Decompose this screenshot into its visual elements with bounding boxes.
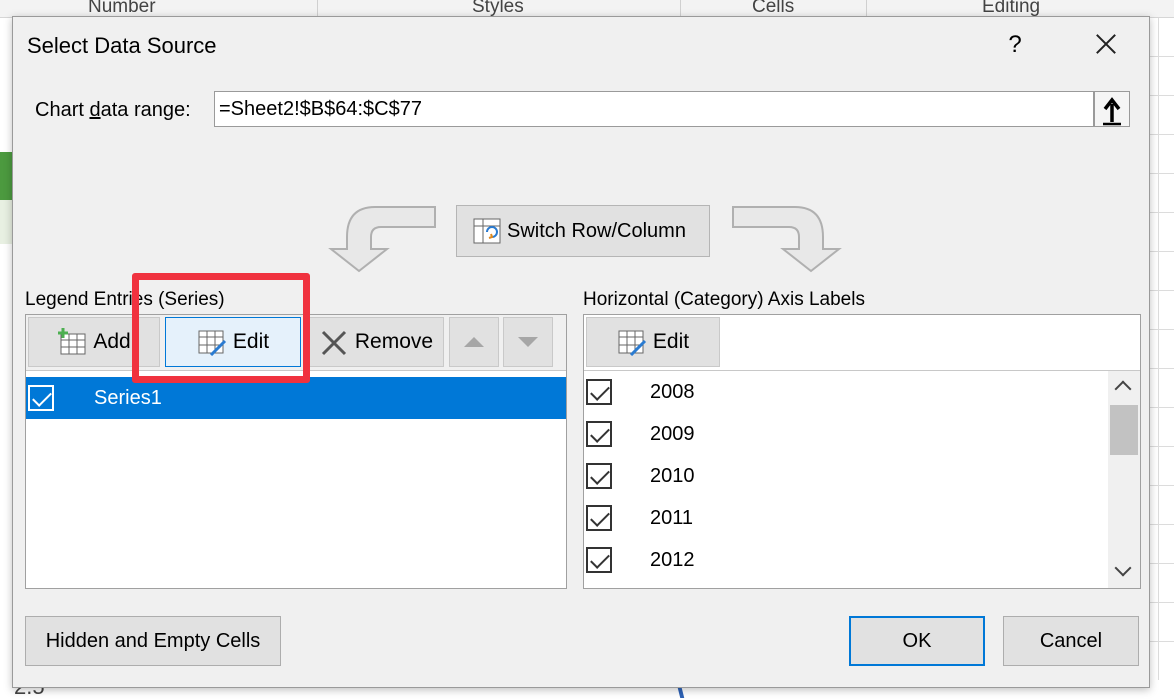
sheet-green-element-light bbox=[0, 200, 12, 244]
category-label: 2009 bbox=[650, 422, 695, 445]
remove-series-button[interactable]: Remove bbox=[308, 317, 444, 367]
remove-x-icon bbox=[321, 330, 346, 356]
scroll-down-icon[interactable] bbox=[1114, 559, 1132, 577]
scroll-thumb[interactable] bbox=[1110, 405, 1138, 455]
edit-table-icon bbox=[198, 330, 226, 356]
add-label: Add bbox=[93, 330, 131, 353]
hidden-empty-cells-label: Hidden and Empty Cells bbox=[45, 629, 261, 652]
category-item[interactable]: 2012 bbox=[584, 539, 1104, 581]
category-toolbar: Edit bbox=[584, 315, 1140, 371]
series-name: Series1 bbox=[94, 386, 162, 409]
category-item[interactable]: 2009 bbox=[584, 413, 1104, 455]
edit-table-icon bbox=[618, 330, 646, 356]
curved-arrow-right-icon bbox=[732, 206, 842, 273]
chart-data-range-label: Chart data range: bbox=[35, 99, 191, 121]
curved-arrow-left-icon bbox=[328, 206, 436, 273]
move-up-button[interactable] bbox=[449, 317, 499, 367]
add-series-button[interactable]: Add bbox=[28, 317, 160, 367]
help-button[interactable]: ? bbox=[1003, 31, 1027, 59]
legend-toolbar: Add Edit Remove bbox=[26, 315, 566, 371]
add-table-icon bbox=[58, 328, 86, 355]
ok-button[interactable]: OK bbox=[849, 616, 985, 666]
chart-data-range-input[interactable]: =Sheet2!$B$64:$C$77 bbox=[214, 91, 1094, 127]
category-label: 2011 bbox=[650, 506, 694, 529]
close-icon[interactable] bbox=[1091, 29, 1121, 59]
sheet-grid bbox=[1150, 18, 1174, 680]
edit-series-button[interactable]: Edit bbox=[165, 317, 301, 367]
category-axis-panel: Edit 2008 2009 2010 2011 2012 bbox=[583, 314, 1141, 589]
category-label: 2010 bbox=[650, 464, 695, 487]
category-checkbox[interactable] bbox=[586, 421, 612, 447]
category-item[interactable]: 2008 bbox=[584, 371, 1104, 413]
select-data-source-dialog: Select Data Source ? Chart data range: =… bbox=[12, 16, 1150, 688]
cancel-label: Cancel bbox=[1039, 629, 1103, 652]
switch-row-column-button[interactable]: Switch Row/Column bbox=[456, 205, 710, 257]
edit-category-button[interactable]: Edit bbox=[586, 317, 720, 367]
category-checkbox[interactable] bbox=[586, 547, 612, 573]
hidden-empty-cells-button[interactable]: Hidden and Empty Cells bbox=[25, 616, 281, 666]
category-item[interactable]: 2010 bbox=[584, 455, 1104, 497]
up-triangle-icon bbox=[464, 337, 484, 347]
edit-label: Edit bbox=[652, 330, 690, 353]
switch-table-icon bbox=[473, 218, 501, 244]
down-triangle-icon bbox=[518, 337, 538, 347]
switch-row-column-label: Switch Row/Column bbox=[507, 219, 686, 242]
move-down-button[interactable] bbox=[503, 317, 553, 367]
category-checkbox[interactable] bbox=[586, 505, 612, 531]
category-label: 2008 bbox=[650, 380, 695, 403]
collapse-dialog-button[interactable] bbox=[1094, 91, 1130, 127]
legend-entries-label: Legend Entries (Series) bbox=[25, 289, 225, 310]
category-item[interactable]: 2011 bbox=[584, 497, 1104, 539]
upload-arrow-icon bbox=[1103, 97, 1121, 126]
ok-label: OK bbox=[902, 629, 932, 652]
sheet-green-element bbox=[0, 152, 12, 200]
edit-label: Edit bbox=[232, 330, 270, 353]
series-row[interactable]: Series1 bbox=[26, 377, 566, 419]
remove-label: Remove bbox=[354, 330, 434, 353]
category-scrollbar[interactable] bbox=[1108, 371, 1140, 588]
dialog-title: Select Data Source bbox=[27, 33, 217, 58]
scroll-up-icon[interactable] bbox=[1114, 380, 1132, 398]
series-checkbox[interactable] bbox=[28, 385, 54, 411]
category-checkbox[interactable] bbox=[586, 463, 612, 489]
category-axis-label: Horizontal (Category) Axis Labels bbox=[583, 289, 865, 310]
category-checkbox[interactable] bbox=[586, 379, 612, 405]
legend-entries-panel: Add Edit Remove Series1 bbox=[25, 314, 567, 589]
category-label: 2012 bbox=[650, 548, 695, 571]
cancel-button[interactable]: Cancel bbox=[1003, 616, 1139, 666]
